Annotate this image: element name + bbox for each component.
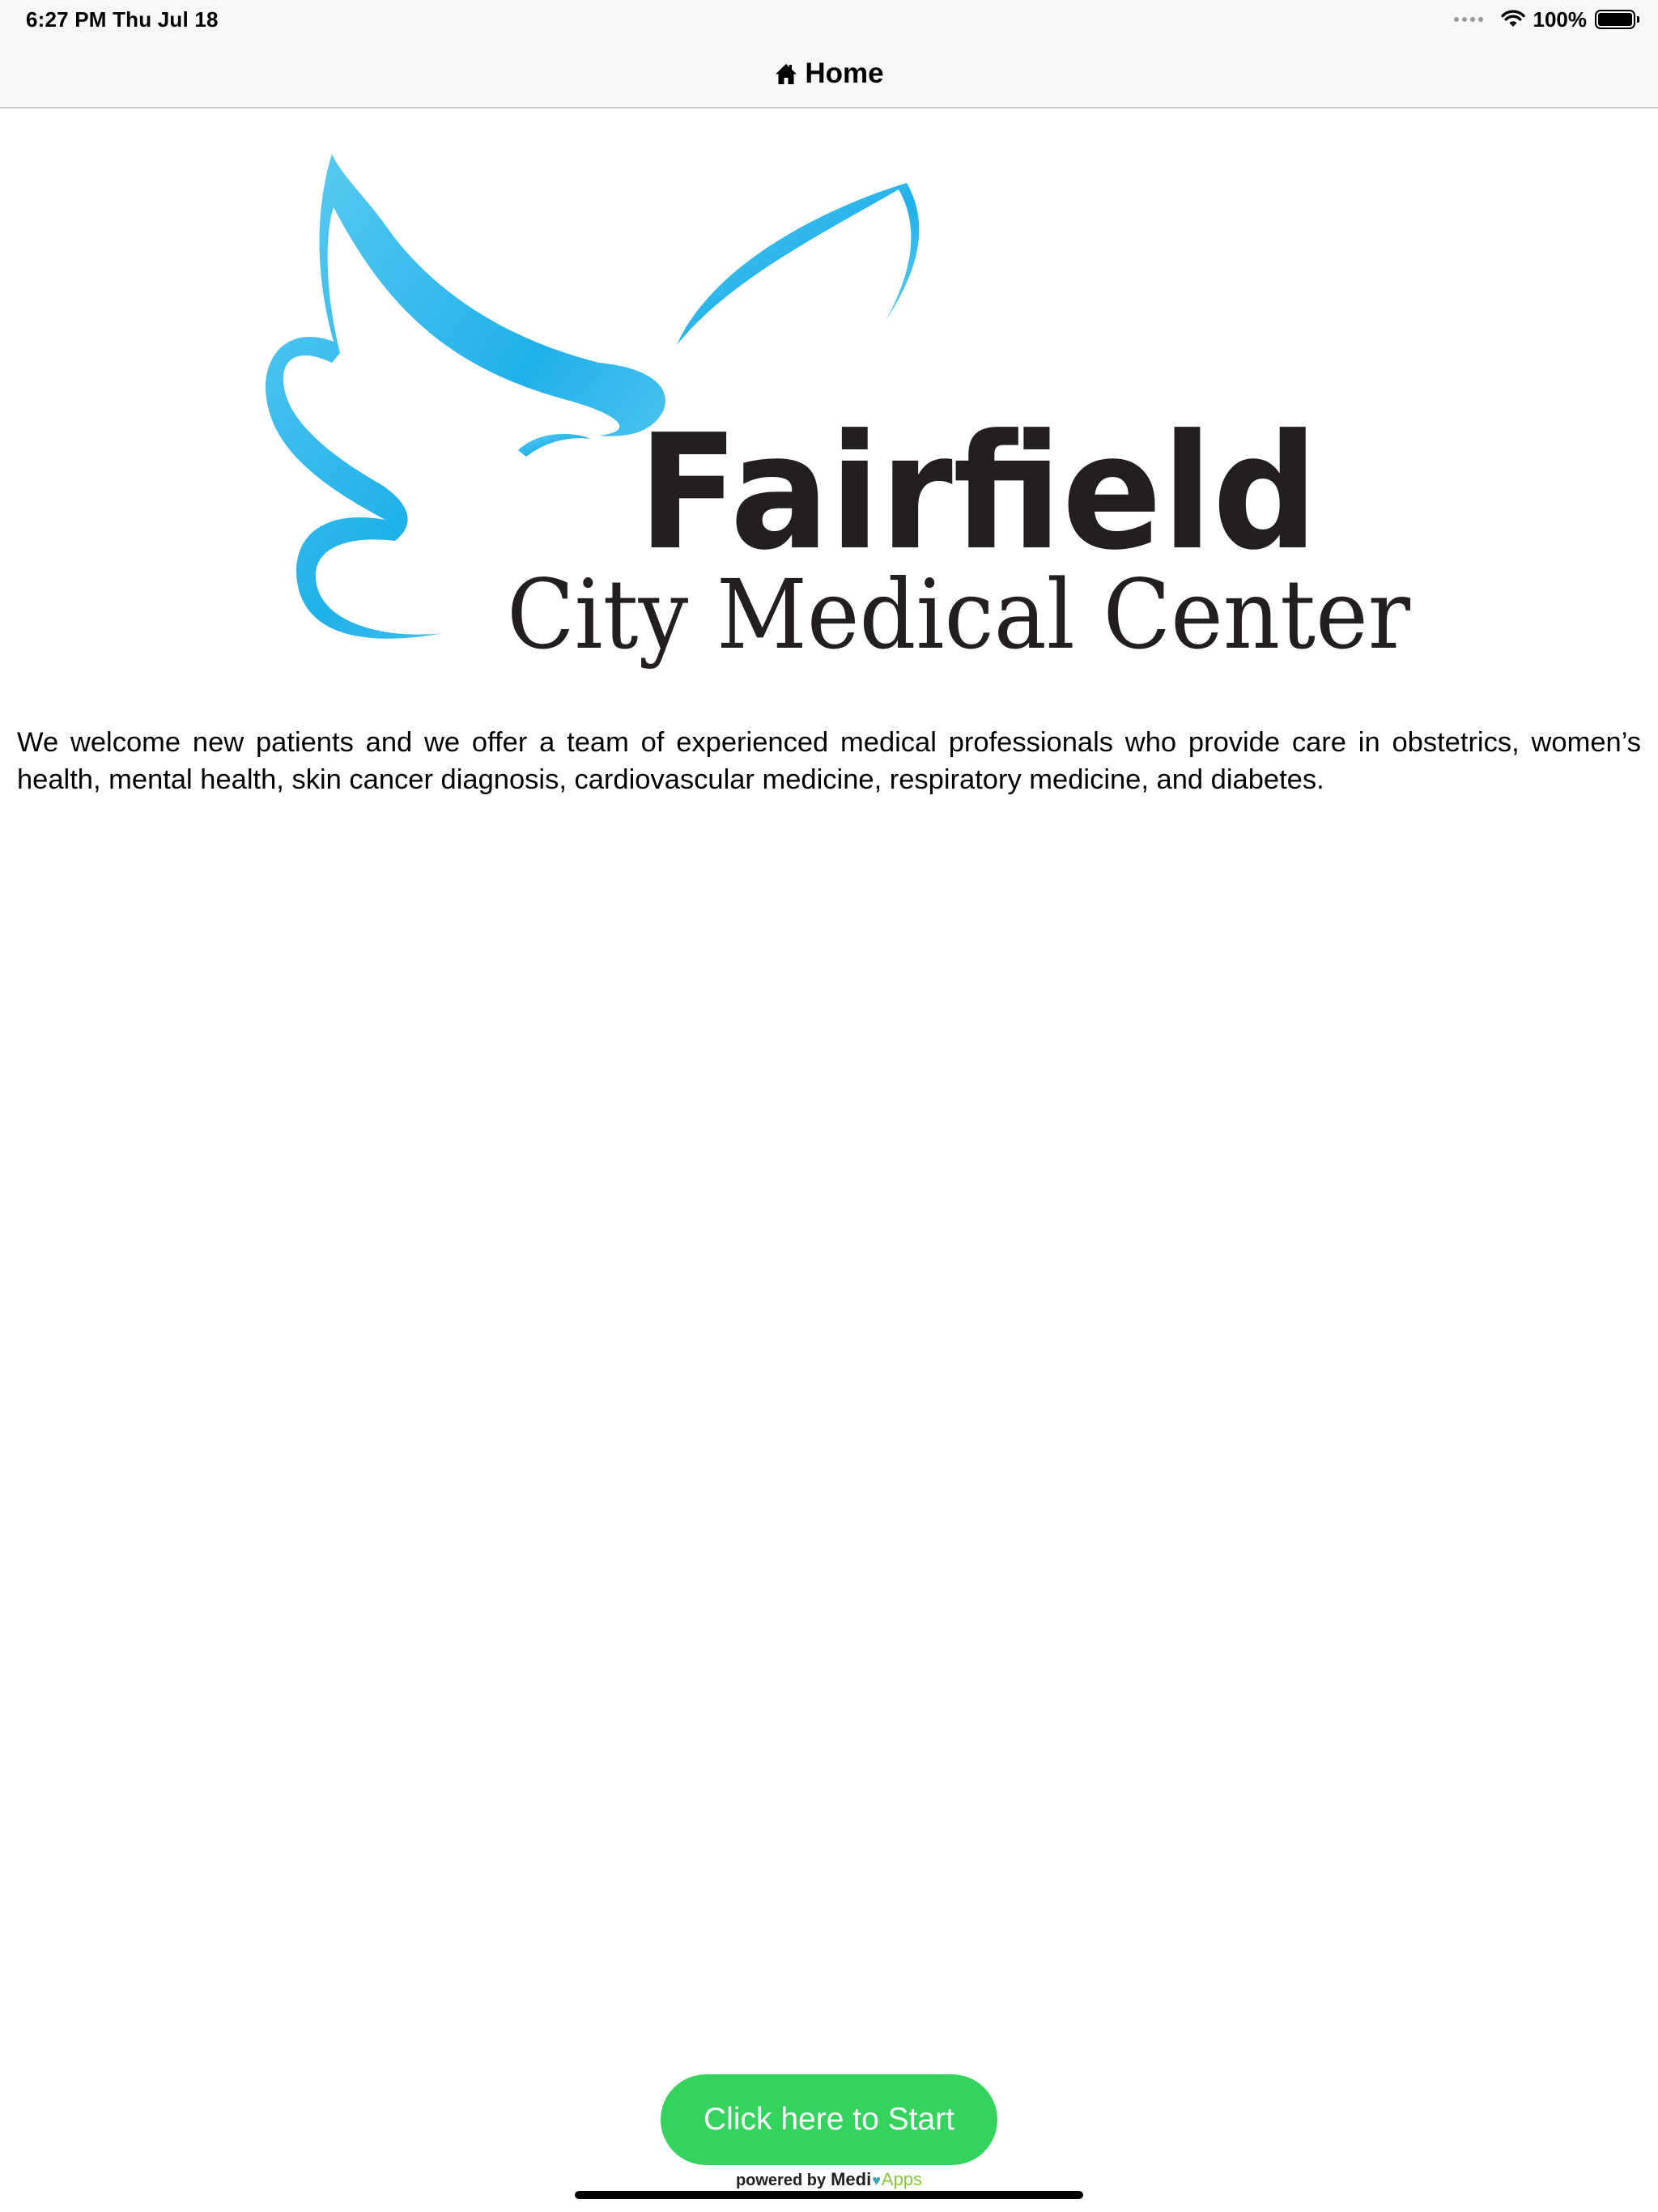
powered-by-footer: powered by Medi♥Apps <box>0 2168 1658 2192</box>
start-button[interactable]: Click here to Start <box>661 2074 997 2165</box>
cellular-signal-icon <box>1453 17 1483 22</box>
wifi-icon <box>1500 10 1525 27</box>
home-icon <box>776 64 797 84</box>
status-time: 6:27 PM Thu Jul 18 <box>26 7 219 32</box>
wing-curl <box>518 433 591 457</box>
welcome-text: We welcome new patients and we offer a t… <box>17 727 1641 795</box>
battery-percentage: 100% <box>1533 7 1588 32</box>
heart-icon: ♥ <box>872 2172 881 2189</box>
dove-logo-graphic: Fairfield City Medical Center <box>266 154 1411 670</box>
status-indicators: 100% <box>1453 5 1639 34</box>
home-indicator[interactable] <box>575 2191 1083 2199</box>
battery-icon <box>1595 10 1639 29</box>
navigation-bar: 6:27 PM Thu Jul 18 100% Home <box>0 0 1658 108</box>
logo-name: Fairfield <box>638 401 1318 585</box>
brand-apps: Apps <box>881 2169 923 2189</box>
page-title-text: Home <box>805 57 884 89</box>
right-wing-stroke <box>677 183 920 345</box>
clinic-logo: Fairfield City Medical Center <box>259 151 1425 677</box>
page-title: Home <box>0 53 1658 94</box>
brand-medi: Medi <box>831 2169 872 2189</box>
logo-subtitle: City Medical Center <box>507 559 1411 670</box>
powered-by-label: powered by <box>735 2172 827 2189</box>
